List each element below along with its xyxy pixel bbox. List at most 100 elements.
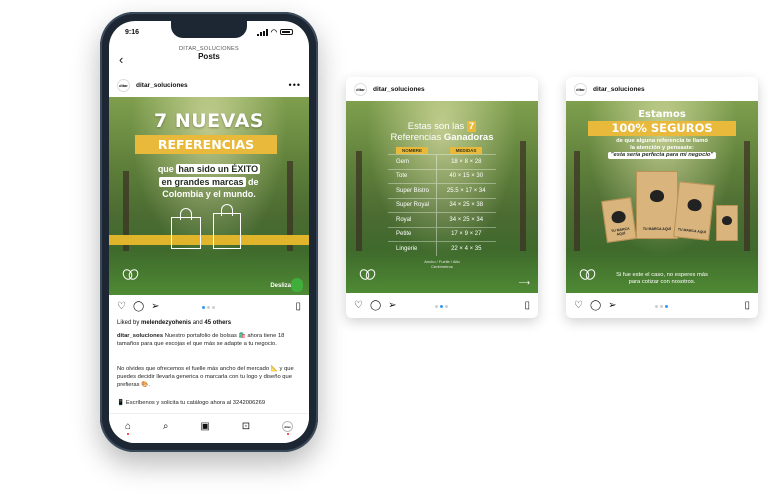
share-icon[interactable]: ➢ [151,302,159,312]
post-image[interactable]: Estas son las 7 Referencias Ganadoras NO… [346,101,538,293]
post-card-sizes: ditar ditar_soluciones Estas son las 7 R… [346,77,538,318]
table-row: Royal 34 × 25 × 34 [388,212,496,227]
search-icon[interactable]: ⌕ [163,421,169,432]
heart-icon[interactable]: ♡ [574,301,583,311]
posts-header: ‹ DITAR_SOLUCIONES Posts [109,46,309,72]
post-username[interactable]: ditar_soluciones [593,86,645,93]
bottom-nav: ⌂ ⌕ ▣ ⊡ ditar [109,413,309,443]
card2-quote: "esta sería perfecta para mi negocio" [607,152,717,159]
col-header-measures: MEDIDAS [436,147,496,155]
table-row: Lingerie 22 × 4 × 35 [388,241,496,256]
share-icon[interactable]: ➢ [608,301,616,311]
liked-by: Liked by melendezyohenis and 45 others [117,320,231,326]
bee-logo-icon [360,269,374,283]
home-icon[interactable]: ⌂ [125,421,131,435]
liked-by-user[interactable]: melendezyohenis [141,320,191,326]
swipe-label: Desliza [270,283,291,289]
carousel-pager [435,305,448,308]
subtext-que: que [157,164,174,174]
post-card-seguros: ditar ditar_soluciones Estamos 100% SEGU… [566,77,758,318]
liked-by-and: and [192,320,203,326]
more-icon[interactable]: ••• [289,80,301,90]
post-subtext: que han sido un ÉXITO en grandes marcas … [109,163,309,201]
card2-footer: Si fue este el caso, no esperes más para… [566,272,758,286]
table-row: Super Royal 34 × 25 × 38 [388,197,496,213]
avatar[interactable]: ditar [282,421,293,432]
bee-logo-icon [123,269,137,283]
title-text-3: Ganadoras [443,132,494,143]
shop-icon[interactable]: ⊡ [242,421,250,432]
card2-sub-2: la atención y pensaste: [630,145,694,151]
phone-notch [171,21,247,38]
table-row: Petite 17 × 9 × 27 [388,226,496,242]
post-image[interactable]: 7 NUEVAS REFERENCIAS que han sido un ÉXI… [109,97,309,295]
title-badge: 7 [466,121,477,132]
caption-username[interactable]: ditar_soluciones [117,333,163,339]
subtext-de: de [248,176,259,187]
subtext-highlight-exito: han sido un ÉXITO [176,164,261,174]
bag-outline-icon [171,208,201,249]
avatar[interactable]: ditar [574,82,587,96]
title-text-2: Referencias [390,132,442,143]
card2-subtext: de que alguna referencia te llamó la ate… [566,138,758,159]
profile-nav[interactable]: ditar [282,421,293,435]
bag-outline-icon [213,204,241,249]
card2-sub-1: de que alguna referencia te llamó [616,138,708,144]
post-username[interactable]: ditar_soluciones [373,86,425,93]
size-table: NOMBRE MEDIDAS Gem 18 × 8 × 28 Tote 40 × 1… [388,147,496,256]
card2-estamos: Estamos [638,109,686,120]
liked-by-count[interactable]: 45 others [204,320,231,326]
post-image[interactable]: Estamos 100% SEGUROS de que alguna refer… [566,101,758,293]
card2-footer-2: para cotizar con nosotros. [628,279,696,285]
yellow-band [109,235,309,245]
signal-icon [256,28,268,36]
avatar[interactable]: ditar [354,82,367,96]
carousel-pager [202,306,215,309]
comment-icon[interactable]: ◯ [590,301,601,311]
back-icon[interactable]: ‹ [119,52,123,67]
share-icon[interactable]: ➢ [388,301,396,311]
col-header-name: NOMBRE [388,147,436,155]
carousel-pager [655,305,668,308]
reels-icon[interactable]: ▣ [200,421,209,432]
wifi-icon: ◠ [270,29,277,36]
table-row: Super Bistro 25.5 × 17 × 34 [388,183,496,198]
phone-frame: 9:16 ◠ ‹ DITAR_SOLUCIONES Posts ditar di… [100,12,318,452]
heart-icon[interactable]: ♡ [117,302,126,312]
post-header: ditar ditar_soluciones [346,77,538,101]
heart-icon[interactable]: ♡ [354,301,363,311]
post-caption-3: 📱 Escríbenos y solicita tu catálogo ahor… [117,400,266,406]
phone-screen: 9:16 ◠ ‹ DITAR_SOLUCIONES Posts ditar di… [109,21,309,443]
swipe-hand-icon [291,278,303,292]
post-username[interactable]: ditar_soluciones [136,82,188,89]
bookmark-icon[interactable]: ▯ [744,301,750,311]
kraft-bag [716,205,738,241]
post-headline: 7 NUEVAS [154,110,264,132]
card2-seguros-box: 100% SEGUROS [588,121,736,136]
comment-icon[interactable]: ◯ [370,301,381,311]
header-title: Posts [198,52,220,61]
status-time: 9:16 [125,28,140,36]
tree-trunk [574,150,580,251]
comment-icon[interactable]: ◯ [133,302,144,312]
tree-trunk [520,140,526,251]
table-row: Tote 40 × 15 × 30 [388,168,496,184]
post-caption: ditar_soluciones Nuestro portafolio de b… [117,332,301,348]
table-row: Gem 18 × 8 × 28 [388,154,496,169]
subtext-colombia: Colombia y el mundo. [162,189,256,199]
post-caption-2: No olvides que ofrecemos el fuelle más a… [117,366,294,388]
bookmark-icon[interactable]: ▯ [524,301,530,311]
subtext-highlight-marcas: en grandes marcas [159,176,246,187]
kraft-bag: TU MARCA AQUÍ [673,181,715,241]
table-note: Ancho / Fuelle / Alto Centímetros [346,259,538,269]
tree-trunk [356,150,362,251]
post-header: ditar ditar_soluciones [566,77,758,101]
avatar[interactable]: ditar [117,78,130,92]
status-icons: ◠ [256,28,293,36]
kraft-bag: TU MARCA AQUÍ [601,197,637,243]
arrow-icon: ⟶ [518,278,530,287]
kraft-bag: TU MARCA AQUÍ [636,171,678,239]
bookmark-icon[interactable]: ▯ [295,302,301,312]
battery-icon [280,29,293,35]
post-headline-box: REFERENCIAS [135,135,277,154]
